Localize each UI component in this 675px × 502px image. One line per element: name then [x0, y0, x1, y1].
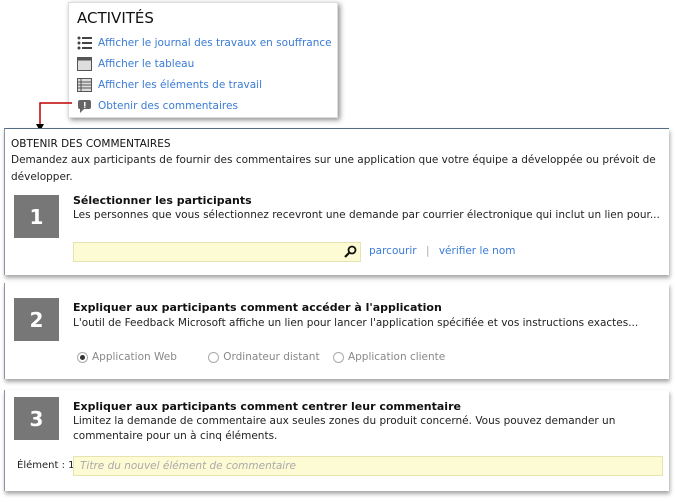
- activities-menu: ACTIVITÉS Afficher le journal des travau…: [68, 2, 338, 118]
- radio-client-application[interactable]: Application cliente: [332, 351, 446, 363]
- radio-label: Application Web: [92, 351, 177, 363]
- radio-checked-icon: [77, 351, 88, 363]
- feedback-icon: [78, 100, 91, 113]
- link-separator: |: [425, 245, 430, 257]
- radio-label: Ordinateur distant: [223, 351, 320, 363]
- browse-link[interactable]: parcourir: [369, 245, 417, 257]
- radio-label: Application cliente: [347, 351, 446, 363]
- backlog-list-icon: [77, 36, 92, 50]
- panel-description: Demandez aux participants de fournir des…: [11, 154, 656, 183]
- step-number: 2: [14, 298, 59, 341]
- step-text: Les personnes que vous sélectionnez rece…: [73, 209, 660, 221]
- activity-label: Afficher les éléments de travail: [98, 79, 262, 91]
- feedback-item-title-input[interactable]: [73, 456, 663, 476]
- board-icon: [77, 57, 92, 71]
- activity-work-items[interactable]: Afficher les éléments de travail: [77, 76, 262, 94]
- work-items-icon: [77, 78, 92, 92]
- step-text: Limitez la demande de commentaire aux se…: [73, 415, 616, 442]
- radio-unchecked-icon: [332, 351, 344, 363]
- participants-input[interactable]: [73, 242, 361, 262]
- panel-focus-feedback: 3 Expliquer aux participants comment cen…: [4, 390, 669, 491]
- step-number: 1: [14, 195, 59, 238]
- step-heading: Expliquer aux participants comment accéd…: [73, 301, 442, 314]
- step-heading: Expliquer aux participants comment centr…: [73, 400, 461, 413]
- panel-select-participants: OBTENIR DES COMMENTAIRES Demandez aux pa…: [4, 128, 669, 275]
- participants-field[interactable]: [73, 242, 361, 262]
- activity-label: Obtenir des commentaires: [98, 100, 238, 112]
- check-name-link[interactable]: vérifier le nom: [439, 245, 516, 257]
- activity-backlog[interactable]: Afficher le journal des travaux en souff…: [77, 34, 332, 52]
- step-number: 3: [14, 397, 59, 440]
- panel-title: OBTENIR DES COMMENTAIRES: [11, 138, 171, 150]
- panel-access-application: 2 Expliquer aux participants comment acc…: [4, 283, 669, 379]
- step-heading: Sélectionner les participants: [73, 194, 252, 207]
- activity-label: Afficher le journal des travaux en souff…: [98, 37, 332, 49]
- radio-web-application[interactable]: Application Web: [77, 351, 177, 363]
- step-text: L'outil de Feedback Microsoft affiche un…: [73, 317, 639, 329]
- activity-get-feedback[interactable]: Obtenir des commentaires: [77, 97, 238, 115]
- item-label: Élément : 1: [17, 460, 75, 471]
- activity-board[interactable]: Afficher le tableau: [77, 55, 194, 73]
- radio-remote-computer[interactable]: Ordinateur distant: [208, 351, 320, 363]
- search-icon[interactable]: [343, 245, 357, 259]
- activities-title: ACTIVITÉS: [77, 9, 154, 27]
- radio-unchecked-icon: [208, 351, 220, 363]
- activity-label: Afficher le tableau: [98, 58, 195, 70]
